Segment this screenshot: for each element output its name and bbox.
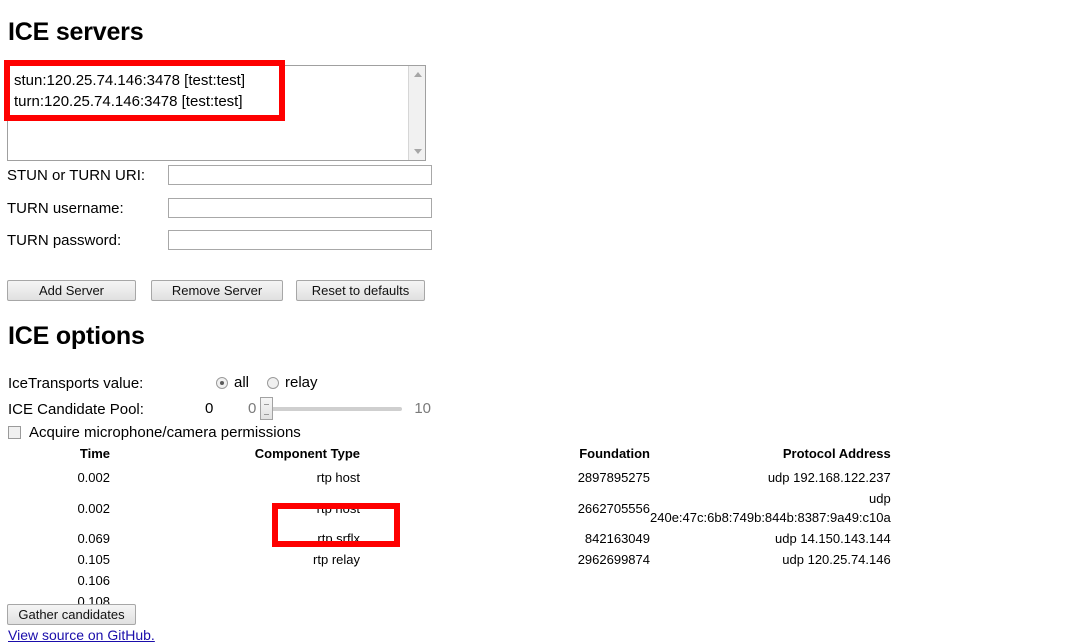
pool-slider-thumb[interactable] xyxy=(260,396,274,420)
cell-time: 0.106 xyxy=(77,573,110,588)
cell-time: 0.105 xyxy=(77,552,110,567)
column-header-component-type: Component Type xyxy=(254,446,360,461)
cell-protocol: udp 192.168.122.237 xyxy=(767,470,891,485)
cell-foundation xyxy=(360,570,650,591)
cell-protocol: udp 14.150.143.144 xyxy=(775,531,891,546)
gather-candidates-button[interactable]: Gather candidates xyxy=(7,604,136,625)
candidates-table: Time Component Type Foundation Protocol … xyxy=(0,446,1069,612)
scroll-up-icon[interactable] xyxy=(409,66,426,83)
radio-all[interactable] xyxy=(216,376,228,389)
column-spacer xyxy=(891,446,1069,467)
cell-foundation: 2962699874 xyxy=(577,552,650,567)
add-server-button[interactable]: Add Server xyxy=(7,280,136,301)
stun-turn-uri-label: STUN or TURN URI: xyxy=(7,166,146,184)
ice-transports-label: IceTransports value: xyxy=(8,375,144,392)
pool-slider[interactable] xyxy=(260,396,403,420)
cell-spacer xyxy=(891,467,1069,488)
cell-spacer xyxy=(891,488,1069,528)
table-header-row: Time Component Type Foundation Protocol … xyxy=(0,446,1069,467)
cell-component xyxy=(110,570,360,591)
acquire-permissions-label: Acquire microphone/camera permissions xyxy=(29,424,301,441)
turn-username-input[interactable] xyxy=(168,198,432,218)
ice-transports-radio-group[interactable]: all relay xyxy=(216,374,336,391)
ice-servers-listbox[interactable]: stun:120.25.74.146:3478 [test:test] turn… xyxy=(7,65,426,161)
reset-to-defaults-button[interactable]: Reset to defaults xyxy=(296,280,425,301)
table-row: 0.002 rtp host 2662705556 udp 240e:47c:6… xyxy=(0,488,1069,528)
cell-spacer xyxy=(891,528,1069,549)
cell-protocol xyxy=(650,591,891,612)
cell-foundation: 2897895275 xyxy=(577,470,650,485)
table-row: 0.002 rtp host 2897895275 udp 192.168.12… xyxy=(0,467,1069,488)
cell-spacer xyxy=(891,549,1069,570)
table-row: 0.108 xyxy=(0,591,1069,612)
server-list-scrollbar[interactable] xyxy=(408,66,425,160)
turn-password-label: TURN password: xyxy=(7,231,122,249)
cell-time: 0.002 xyxy=(77,470,110,485)
turn-username-label: TURN username: xyxy=(7,199,124,217)
cell-time: 0.002 xyxy=(77,500,110,516)
list-item[interactable]: turn:120.25.74.146:3478 [test:test] xyxy=(14,91,408,112)
turn-password-row: TURN password: xyxy=(7,229,432,251)
cell-time: 0.069 xyxy=(77,531,110,546)
ice-servers-page: ICE servers stun:120.25.74.146:3478 [tes… xyxy=(0,0,1069,643)
cell-component: rtp srflx xyxy=(317,531,360,546)
scroll-down-icon[interactable] xyxy=(409,143,426,160)
turn-password-input[interactable] xyxy=(168,230,432,250)
turn-username-row: TURN username: xyxy=(7,197,432,219)
cell-foundation: 2662705556 xyxy=(577,500,650,516)
table-row: 0.106 xyxy=(0,570,1069,591)
cell-protocol xyxy=(650,570,891,591)
cell-foundation: 842163049 xyxy=(584,531,650,546)
radio-all-label: all xyxy=(234,374,250,391)
cell-protocol: udp 240e:47c:6b8:749b:844b:8387:9a49:c10… xyxy=(650,491,891,525)
ice-servers-list[interactable]: stun:120.25.74.146:3478 [test:test] turn… xyxy=(8,66,408,160)
acquire-permissions-row[interactable]: Acquire microphone/camera permissions xyxy=(8,424,301,441)
column-header-foundation: Foundation xyxy=(579,446,650,461)
cell-spacer xyxy=(891,591,1069,612)
ice-options-heading: ICE options xyxy=(8,322,145,350)
cell-spacer xyxy=(891,570,1069,591)
table-row: 0.069 rtp srflx 842163049 udp 14.150.143… xyxy=(0,528,1069,549)
column-header-protocol-address: Protocol Address xyxy=(782,446,891,461)
view-source-link[interactable]: View source on GitHub. xyxy=(8,627,155,643)
pool-min-label: 0 xyxy=(248,400,257,417)
list-item[interactable]: stun:120.25.74.146:3478 [test:test] xyxy=(14,70,408,91)
ice-candidate-pool-controls[interactable]: 0 0 10 xyxy=(205,396,432,420)
stun-turn-uri-input[interactable] xyxy=(168,165,432,185)
cell-component: rtp host xyxy=(316,470,360,485)
pool-current-value: 0 xyxy=(205,400,214,417)
table-row: 0.105 rtp relay 2962699874 udp 120.25.74… xyxy=(0,549,1069,570)
cell-protocol: udp 120.25.74.146 xyxy=(782,552,891,567)
cell-component xyxy=(110,591,360,612)
acquire-permissions-checkbox[interactable] xyxy=(8,426,21,439)
ice-servers-heading: ICE servers xyxy=(8,18,144,46)
radio-relay[interactable] xyxy=(267,376,280,389)
radio-relay-label: relay xyxy=(285,374,318,391)
ice-candidate-pool-label: ICE Candidate Pool: xyxy=(8,401,144,418)
column-header-time: Time xyxy=(79,446,110,461)
pool-max-label: 10 xyxy=(414,400,432,417)
cell-component: rtp relay xyxy=(313,552,360,567)
remove-server-button[interactable]: Remove Server xyxy=(151,280,283,301)
cell-component: rtp host xyxy=(316,500,360,516)
cell-foundation xyxy=(360,591,650,612)
stun-turn-uri-row: STUN or TURN URI: xyxy=(7,164,432,186)
